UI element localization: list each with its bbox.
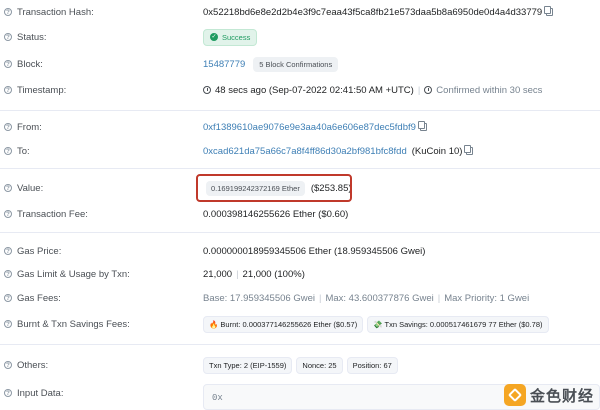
- label: Input Data:: [17, 387, 64, 399]
- gas-max-priority: Max Priority: 1 Gwei: [444, 292, 530, 304]
- divider: [0, 168, 600, 169]
- help-icon[interactable]: ?: [4, 320, 12, 328]
- to-name: (KuCoin 10): [411, 145, 463, 157]
- copy-icon[interactable]: [417, 121, 427, 131]
- help-icon[interactable]: ?: [4, 60, 12, 68]
- label: To:: [17, 145, 30, 157]
- copy-icon[interactable]: [544, 6, 554, 16]
- gas-usage: 21,000 (100%): [242, 268, 305, 280]
- row-to: ? To: 0xcad621da75a66c7a8f4ff86d30a2bf981…: [0, 140, 600, 162]
- help-icon[interactable]: ?: [4, 294, 12, 302]
- gas-price: 0.000000018959345506 Ether (18.959345506…: [203, 245, 426, 257]
- from-address[interactable]: 0xf1389610ae9076e9e3aa40a6e606e87dec5fdb…: [203, 122, 416, 133]
- help-icon[interactable]: ?: [4, 123, 12, 131]
- row-others: ? Others: Txn Type: 2 (EIP-1559) Nonce: 25…: [0, 354, 600, 376]
- help-icon[interactable]: ?: [4, 147, 12, 155]
- transaction-fee: 0.000398146255626 Ether ($0.60): [203, 208, 349, 220]
- label: Timestamp:: [17, 84, 67, 96]
- to-address[interactable]: 0xcad621da75a66c7a8f4ff86d30a2bf981bfc8f…: [203, 146, 407, 157]
- help-icon[interactable]: ?: [4, 210, 12, 218]
- block-link[interactable]: 15487779: [203, 59, 245, 70]
- clock-icon: [424, 86, 433, 94]
- burnt-fee-badge: 🔥 Burnt: 0.000377146255626 Ether ($0.57): [203, 315, 364, 333]
- help-icon[interactable]: ?: [4, 184, 12, 192]
- watermark: 金色财经: [503, 384, 594, 406]
- label: Gas Price:: [17, 245, 62, 257]
- label: Value:: [17, 182, 44, 194]
- help-icon[interactable]: ?: [4, 86, 12, 94]
- label: From:: [17, 121, 42, 133]
- check-icon: ✓: [210, 33, 218, 41]
- help-icon[interactable]: ?: [4, 8, 12, 16]
- help-icon[interactable]: ?: [4, 247, 12, 255]
- row-gas-fees: ? Gas Fees: Base: 17.959345506 Gwei | Max: …: [0, 287, 600, 309]
- help-icon[interactable]: ?: [4, 389, 12, 397]
- timestamp: 48 secs ago (Sep-07-2022 02:41:50 AM +UT…: [215, 84, 414, 96]
- label: Transaction Fee:: [17, 208, 88, 220]
- help-icon[interactable]: ?: [4, 270, 12, 278]
- divider: [0, 232, 600, 233]
- value-highlight-box: [196, 174, 352, 202]
- confirmed-within: Confirmed within 30 secs: [436, 84, 543, 96]
- divider: [0, 110, 600, 111]
- nonce-badge: Nonce: 25: [296, 356, 343, 374]
- txn-savings-badge: 💸 Txn Savings: 0.000517461679 77 Ether (…: [367, 315, 549, 333]
- copy-icon[interactable]: [464, 145, 474, 155]
- watermark-text: 金色财经: [529, 387, 594, 405]
- label: Burnt & Txn Savings Fees:: [17, 318, 130, 330]
- label: Status:: [17, 31, 47, 43]
- divider: [0, 344, 600, 345]
- help-icon[interactable]: ?: [4, 33, 12, 41]
- gas-max: Max: 43.600377876 Gwei: [325, 292, 434, 304]
- status-badge: ✓ Success: [203, 28, 258, 46]
- label: Transaction Hash:: [17, 6, 94, 18]
- label: Gas Fees:: [17, 292, 61, 304]
- jinse-logo-icon: [503, 384, 526, 406]
- row-burnt-savings: ? Burnt & Txn Savings Fees: 🔥 Burnt: 0.00…: [0, 313, 600, 335]
- row-status: ? Status: ✓ Success: [0, 26, 600, 48]
- row-from: ? From: 0xf1389610ae9076e9e3aa40a6e606e87…: [0, 116, 600, 138]
- txn-type-badge: Txn Type: 2 (EIP-1559): [203, 356, 293, 374]
- gas-base: Base: 17.959345506 Gwei: [203, 292, 315, 304]
- row-gas-limit: ? Gas Limit & Usage by Txn: 21,000 | 21,000…: [0, 263, 600, 285]
- row-block: ? Block: 15487779 5 Block Confirmations: [0, 53, 600, 75]
- help-icon[interactable]: ?: [4, 361, 12, 369]
- row-transaction-fee: ? Transaction Fee: 0.000398146255626 Ethe…: [0, 203, 600, 225]
- label: Gas Limit & Usage by Txn:: [17, 268, 130, 280]
- row-transaction-hash: ? Transaction Hash: 0x52218bd6e8e2d2b4e3f…: [0, 1, 600, 23]
- gas-limit: 21,000: [203, 268, 233, 280]
- transaction-hash[interactable]: 0x52218bd6e8e2d2b4e3f9c7eaa43f5ca8fb21e5…: [203, 7, 542, 18]
- clock-icon: [203, 86, 211, 94]
- label: Others:: [17, 359, 49, 371]
- position-badge: Position: 67: [346, 356, 398, 374]
- label: Block:: [17, 58, 43, 70]
- block-confirmations-badge: 5 Block Confirmations: [253, 56, 339, 72]
- row-timestamp: ? Timestamp: 48 secs ago (Sep-07-2022 02:…: [0, 79, 600, 101]
- row-gas-price: ? Gas Price: 0.000000018959345506 Ether (…: [0, 240, 600, 262]
